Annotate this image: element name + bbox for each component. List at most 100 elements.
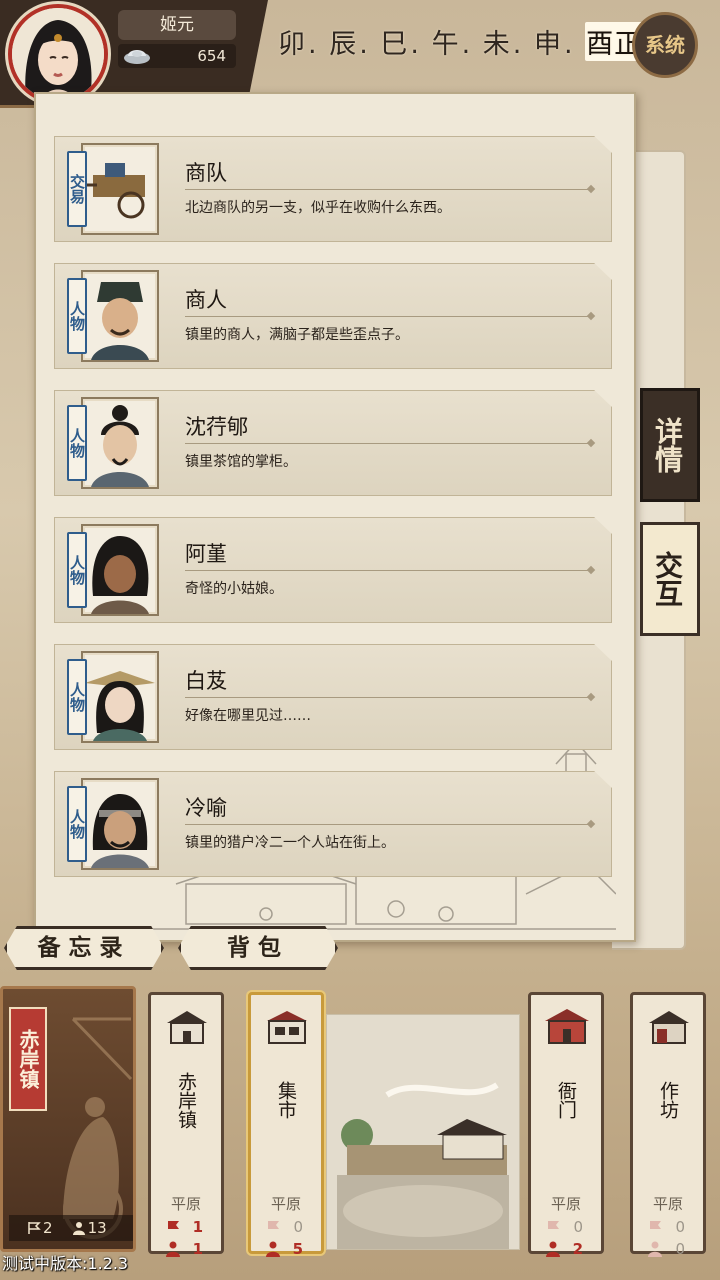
people-count: 0 [675, 1240, 685, 1258]
category-tag: 人物 [67, 786, 87, 862]
tab-detail[interactable]: 详情 [640, 388, 700, 502]
flag-count: 1 [192, 1218, 203, 1236]
bag-button[interactable]: 背包 [178, 926, 338, 970]
terrain-label: 平原 [550, 1195, 581, 1213]
flag-icon [548, 1220, 559, 1234]
market-scene-preview [326, 1014, 520, 1250]
player-avatar[interactable] [8, 4, 108, 104]
event-card-shen-xingxun[interactable]: 人物 沈荇郇 镇里茶馆的掌柜。 [54, 390, 612, 496]
hour-label: 未 [482, 29, 511, 60]
hour-label: 辰 [329, 29, 358, 60]
category-tag: 人物 [67, 659, 87, 735]
location-card-yamen[interactable]: 衙门 平原 0 2 [528, 992, 604, 1258]
event-description: 好像在哪里见过…… [185, 708, 311, 724]
hunter-portrait-icon [81, 778, 159, 870]
event-description: 北边商队的另一支，似乎在收购什么东西。 [185, 200, 451, 216]
people-stat: 5 [261, 1239, 317, 1259]
event-title: 冷喻 [185, 796, 227, 820]
event-title: 商人 [185, 288, 227, 312]
people-count: 1 [192, 1240, 203, 1258]
player-name: 姬元 [118, 10, 236, 40]
event-card-merchant[interactable]: 人物 商人 镇里的商人，满脑子都是些歪点子。 [54, 263, 612, 369]
terrain-label: 平原 [270, 1195, 301, 1213]
memo-button[interactable]: 备忘录 [4, 926, 164, 970]
location-card-chian-town[interactable]: 赤岸镇 平原 1 1 [148, 992, 224, 1258]
category-tag: 交易 [67, 151, 87, 227]
flag-icon [650, 1220, 661, 1234]
version-label: 测试中版本:1.2.3 [2, 1254, 129, 1273]
hour-label: 巳 [380, 29, 409, 60]
event-card-a-jin[interactable]: 人物 阿堇 奇怪的小姑娘。 [54, 517, 612, 623]
flag-count: 0 [675, 1218, 685, 1236]
hour-label: 午 [431, 29, 460, 60]
divider [185, 316, 591, 317]
location-name: 衙门 [555, 1081, 577, 1119]
girl-portrait-icon [81, 524, 159, 616]
location-card-workshop[interactable]: 作坊 平原 0 0 [630, 992, 706, 1258]
terrain-label: 平原 [170, 1195, 201, 1213]
flag-stat: 0 [541, 1217, 597, 1237]
caravan-cart-icon [81, 143, 159, 235]
people-count: 2 [572, 1240, 583, 1258]
person-icon [266, 1241, 280, 1257]
flag-icon [268, 1220, 279, 1234]
flag-stat: 0 [261, 1217, 317, 1237]
person-icon [546, 1241, 560, 1257]
category-tag: 人物 [67, 532, 87, 608]
event-description: 镇里茶馆的掌柜。 [185, 454, 297, 470]
hour-label: 卯 [278, 29, 306, 60]
flag-stat: 1 [161, 1217, 217, 1237]
top-bar: 姬元 654 卯. 辰. 巳. 午. 未. 申. 酉正. 戌 系统 [0, 0, 720, 108]
region-card[interactable]: 赤岸镇 2 13 [0, 986, 136, 1252]
event-title: 白芨 [185, 669, 227, 693]
event-list-panel: 交易 商队 北边商队的另一支，似乎在收购什么东西。 人物 商人 镇里的商人，满脑… [34, 92, 636, 942]
event-title: 商队 [185, 161, 227, 185]
event-card-leng-yu[interactable]: 人物 冷喻 镇里的猎户冷二一个人站在街上。 [54, 771, 612, 877]
terrain-label: 平原 [652, 1195, 683, 1213]
category-tag: 人物 [67, 405, 87, 481]
hour-label: 申 [533, 29, 562, 60]
divider [185, 697, 591, 698]
people-stat: 0 [643, 1239, 699, 1259]
market-icon [267, 1011, 307, 1044]
flag-icon [168, 1220, 179, 1234]
event-title: 阿堇 [185, 542, 227, 566]
woman-portrait-icon [81, 651, 159, 743]
merchant-portrait-icon [81, 270, 159, 362]
silver-ingot-icon [124, 50, 150, 64]
people-stat: 2 [541, 1239, 597, 1259]
flag-icon [28, 1222, 41, 1234]
divider [185, 570, 591, 571]
event-card-bai-ji[interactable]: 人物 白芨 好像在哪里见过…… [54, 644, 612, 750]
system-button[interactable]: 系统 [632, 12, 698, 78]
event-title: 沈荇郇 [185, 415, 248, 439]
region-stats: 2 13 [9, 1215, 133, 1241]
silver-counter: 654 [118, 44, 236, 68]
location-name: 赤岸镇 [175, 1071, 197, 1129]
event-description: 镇里的猎户冷二一个人站在街上。 [185, 835, 395, 851]
flag-count: 0 [293, 1218, 303, 1236]
town-house-icon [167, 1011, 207, 1044]
location-name: 作坊 [657, 1081, 679, 1119]
person-icon [648, 1241, 662, 1257]
region-people-count: 13 [87, 1219, 107, 1237]
silver-value: 654 [197, 47, 226, 65]
teahouse-keeper-portrait-icon [81, 397, 159, 489]
region-flag-count: 2 [43, 1219, 53, 1237]
event-description: 奇怪的小姑娘。 [185, 581, 283, 597]
yamen-icon [545, 1009, 589, 1044]
divider [185, 824, 591, 825]
event-card-caravan[interactable]: 交易 商队 北边商队的另一支，似乎在收购什么东西。 [54, 136, 612, 242]
flag-stat: 0 [643, 1217, 699, 1237]
market-scene-illustration [337, 1082, 509, 1249]
category-tag: 人物 [67, 278, 87, 354]
region-name: 赤岸镇 [9, 1007, 47, 1111]
workshop-icon [649, 1011, 689, 1044]
divider [185, 189, 591, 190]
people-count: 5 [292, 1240, 303, 1258]
person-icon [72, 1222, 85, 1235]
location-card-market[interactable]: 集市 平原 0 5 [248, 992, 324, 1258]
location-name: 集市 [275, 1081, 297, 1119]
divider [185, 443, 591, 444]
tab-interact[interactable]: 交互 [640, 522, 700, 636]
